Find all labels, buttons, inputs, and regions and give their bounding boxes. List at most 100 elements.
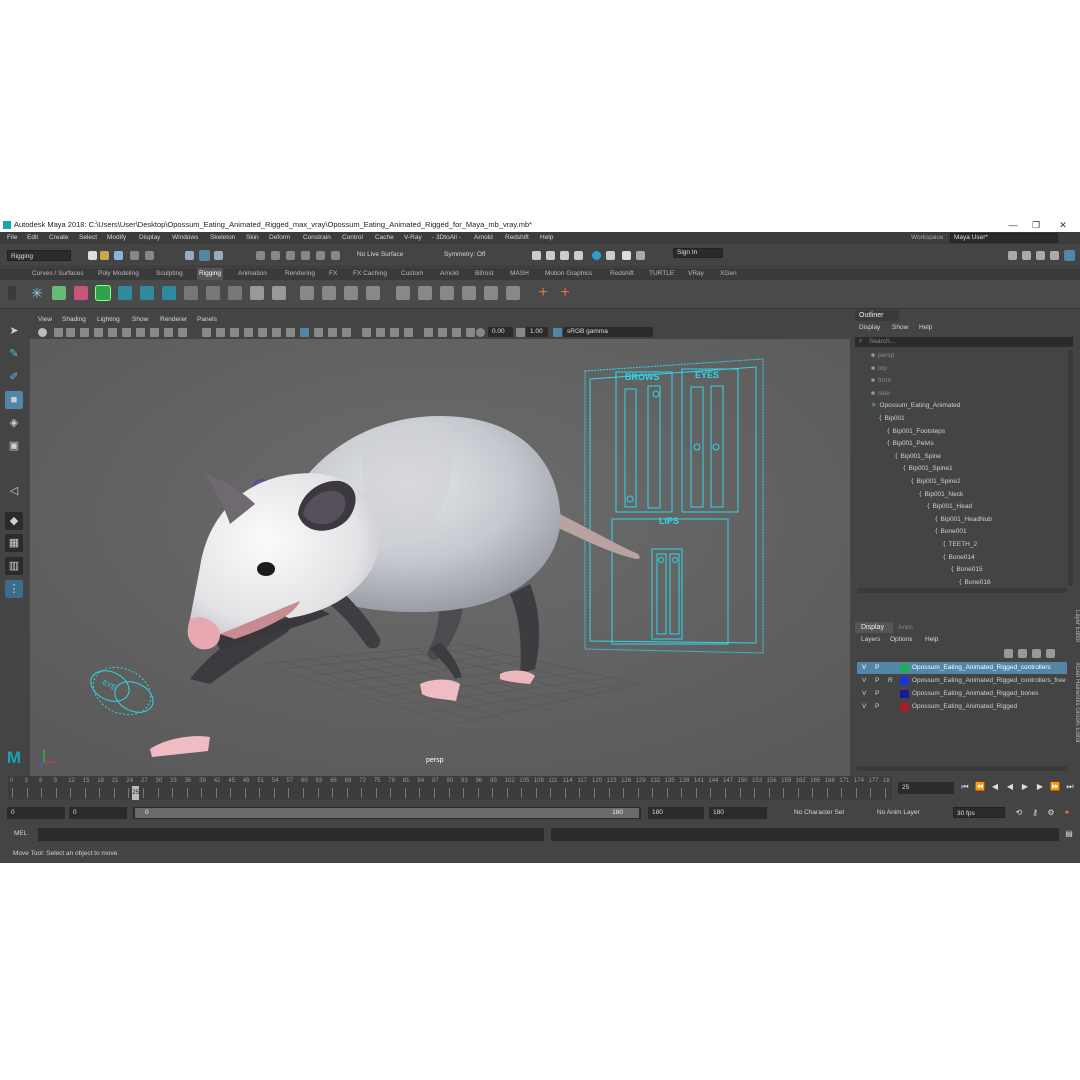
outliner-title[interactable]: Outliner — [855, 310, 899, 321]
menu-select[interactable]: Select — [79, 232, 97, 244]
use-all-lights-icon[interactable] — [258, 328, 267, 337]
vp-menu-panels[interactable]: Panels — [197, 314, 217, 326]
color-management-icon[interactable] — [553, 328, 562, 337]
menu-vray[interactable]: V-Ray — [404, 232, 422, 244]
live-surface-label[interactable]: No Live Surface — [357, 249, 403, 261]
go-to-end-icon[interactable]: ⏭ — [1065, 782, 1075, 792]
wireframe-icon[interactable] — [202, 328, 211, 337]
menu-windows[interactable]: Windows — [172, 232, 198, 244]
two-view-icon[interactable]: ▥ — [5, 557, 23, 575]
select-component-icon[interactable] — [214, 251, 223, 260]
outliner-row[interactable]: ⟨ Bip001_Head — [927, 501, 972, 513]
exposure-field[interactable]: 0.00 — [488, 327, 513, 337]
isolate-icon[interactable] — [424, 328, 433, 337]
layer-color-swatch[interactable] — [900, 677, 909, 685]
menu-create[interactable]: Create — [49, 232, 69, 244]
snap-vertex-icon[interactable] — [331, 251, 340, 260]
step-forward-frame-icon[interactable]: ▶ — [1035, 782, 1045, 792]
lattice-icon[interactable] — [322, 286, 336, 300]
layer-playback-toggle[interactable]: P — [875, 701, 879, 713]
outliner-row[interactable]: ⟨ Bone016 — [959, 577, 991, 589]
command-input[interactable] — [38, 828, 544, 841]
layer-row[interactable]: V P Opossum_Eating_Animated_Rigged_control… — [857, 662, 1067, 674]
menu-arnold[interactable]: Arnold — [474, 232, 493, 244]
outliner-row[interactable]: ⟨ Bip001_Pelvis — [887, 438, 934, 450]
human-ik-icon[interactable] — [250, 286, 264, 300]
film-gate-icon[interactable] — [108, 328, 117, 337]
layer-reference-toggle[interactable]: R — [888, 675, 893, 687]
ipr-render-icon[interactable] — [560, 251, 569, 260]
layer-color-swatch[interactable] — [900, 690, 909, 698]
shelf-tab-turtle[interactable]: TURTLE — [647, 268, 676, 280]
rotate-tool-icon[interactable]: ◈ — [5, 414, 23, 432]
shelf-tab-rigging[interactable]: Rigging — [197, 268, 224, 280]
undo-icon[interactable] — [130, 251, 139, 260]
shelf-tab-redshift[interactable]: Redshift — [608, 268, 636, 280]
anim-end-field[interactable]: 180 — [709, 807, 767, 819]
layer-tab-display[interactable]: Display — [855, 622, 893, 633]
gate-mask-icon[interactable] — [136, 328, 145, 337]
cluster-icon[interactable] — [300, 286, 314, 300]
tool-settings-icon[interactable] — [1050, 251, 1059, 260]
resolution-gate-icon[interactable] — [122, 328, 131, 337]
paint-select-tool-icon[interactable]: ✐ — [5, 368, 23, 386]
snap-view-icon[interactable] — [301, 251, 310, 260]
shelf-tab-sculpting[interactable]: Sculpting — [154, 268, 185, 280]
current-time-marker[interactable]: 25 — [132, 786, 140, 800]
vp-menu-shading[interactable]: Shading — [62, 314, 86, 326]
shelf-tab-vray[interactable]: VRay — [686, 268, 706, 280]
layer-color-swatch[interactable] — [900, 703, 909, 711]
vp-menu-show[interactable]: Show — [132, 314, 148, 326]
shelf-tab-xgen[interactable]: XGen — [718, 268, 739, 280]
script-editor-icon[interactable]: ▤ — [1064, 829, 1074, 839]
hud-icon[interactable] — [404, 328, 413, 337]
outliner-row[interactable]: ⟨ Bip001_HeadNub — [935, 514, 992, 526]
auto-key-icon[interactable]: ⚷ — [1030, 808, 1040, 818]
scale-tool-icon[interactable]: ▣ — [5, 437, 23, 455]
outliner-row[interactable]: ⟨ Bip001_Footsteps — [887, 426, 945, 438]
mirror-joint-icon[interactable] — [184, 286, 198, 300]
shelf-tab-curves-surfaces[interactable]: Curves / Surfaces — [30, 268, 86, 280]
motion-blur-icon[interactable] — [362, 328, 371, 337]
outliner-scrollbar[interactable] — [1068, 350, 1073, 586]
camera-select-icon[interactable] — [38, 328, 47, 337]
layer-row[interactable]: V P R Opossum_Eating_Animated_Rigged_contro… — [857, 675, 1067, 687]
menu-display[interactable]: Display — [139, 232, 160, 244]
step-back-key-icon[interactable]: ⏪ — [975, 782, 985, 792]
menu-constrain[interactable]: Constrain — [303, 232, 331, 244]
layer-playback-toggle[interactable]: P — [875, 662, 879, 674]
select-tool-icon[interactable]: ➤ — [5, 322, 23, 340]
range-handle[interactable]: 0 180 — [135, 808, 639, 818]
menu-3dtoall[interactable]: - 3DtoAll - — [432, 232, 461, 244]
snap-point-icon[interactable] — [286, 251, 295, 260]
outliner-search-box[interactable]: ⌕ Search... — [855, 337, 1073, 347]
side-tab-xgen-groom[interactable]: XGen Hairworks Groom Editor — [1074, 662, 1080, 743]
joint-tool-icon[interactable] — [52, 286, 66, 300]
select-hierarchy-icon[interactable] — [185, 251, 194, 260]
xray-joints-icon[interactable] — [314, 328, 323, 337]
outliner-row[interactable]: ⟨ Bip001 — [879, 413, 905, 425]
shadows-icon[interactable] — [272, 328, 281, 337]
outliner-hscrollbar[interactable] — [857, 588, 1067, 593]
textured-icon[interactable] — [244, 328, 253, 337]
safe-title-icon[interactable] — [178, 328, 187, 337]
layer-playback-toggle[interactable]: P — [875, 688, 879, 700]
snap-surface-icon[interactable] — [316, 251, 325, 260]
outliner-row[interactable]: ■ side — [871, 388, 890, 400]
shelf-tab-arnold[interactable]: Arnold — [438, 268, 461, 280]
outliner-row[interactable]: ⟨ Bip001_Spine — [895, 451, 941, 463]
layer-visibility-toggle[interactable]: V — [862, 675, 866, 687]
render-sequence-icon[interactable] — [546, 251, 555, 260]
shelf-tab-fx-caching[interactable]: FX Caching — [351, 268, 389, 280]
outliner-row[interactable]: ⟨ Bone014 — [943, 552, 975, 564]
step-forward-key-icon[interactable]: ⏩ — [1050, 782, 1060, 792]
menu-file[interactable]: File — [7, 232, 17, 244]
workspace-dropdown[interactable]: Maya User* — [950, 233, 1058, 243]
character-icon[interactable] — [272, 286, 286, 300]
shelf-tab-rendering[interactable]: Rendering — [283, 268, 317, 280]
redo-icon[interactable] — [145, 251, 154, 260]
new-empty-layer-icon[interactable] — [1032, 649, 1041, 658]
layer-menu-layers[interactable]: Layers — [861, 634, 881, 646]
menu-skin[interactable]: Skin — [246, 232, 259, 244]
layer-color-swatch[interactable] — [900, 664, 909, 672]
